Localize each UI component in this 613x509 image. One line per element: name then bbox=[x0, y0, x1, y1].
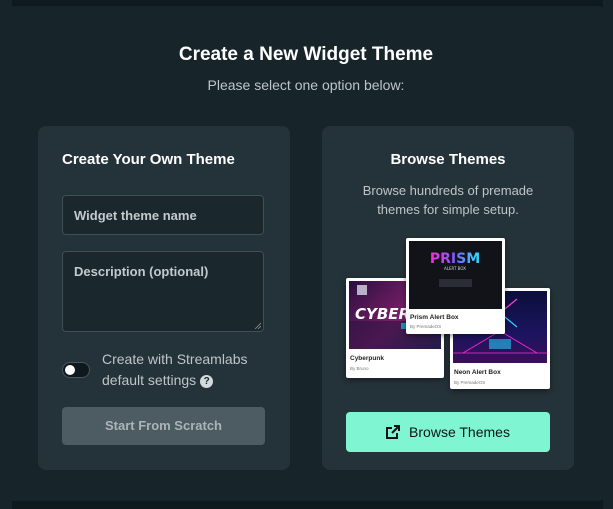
prism-art: PRISM ALERT BOX bbox=[430, 251, 480, 287]
new-widget-theme-modal: Create a New Widget Theme Please select … bbox=[6, 6, 606, 501]
browse-themes-description: Browse hundreds of premade themes for si… bbox=[362, 183, 534, 217]
theme-name: Cyberpunk bbox=[350, 355, 384, 362]
toggle-knob bbox=[65, 365, 75, 375]
description-placeholder: Description (optional) bbox=[74, 264, 209, 279]
theme-name: Neon Alert Box bbox=[454, 369, 501, 376]
widget-theme-name-input[interactable]: Widget theme name bbox=[62, 195, 264, 235]
theme-author: By Bruno bbox=[350, 366, 369, 371]
create-own-theme-heading: Create Your Own Theme bbox=[62, 151, 235, 168]
theme-author: By PremadeOS bbox=[454, 380, 486, 385]
description-textarea[interactable]: Description (optional) bbox=[62, 251, 264, 332]
default-settings-label: Create with Streamlabs default settings? bbox=[102, 349, 272, 391]
prism-preview-image: PRISM ALERT BOX bbox=[409, 241, 502, 309]
resize-grip-icon[interactable] bbox=[254, 322, 261, 329]
modal-subtitle: Please select one option below: bbox=[207, 77, 405, 93]
prism-preview-subtitle: ALERT BOX bbox=[444, 266, 466, 271]
theme-name: Prism Alert Box bbox=[410, 314, 459, 321]
default-settings-label-text: Create with Streamlabs default settings bbox=[102, 351, 248, 388]
theme-thumbnail-prism-alert-box[interactable]: PRISM ALERT BOX Prism Alert Box By Prema… bbox=[406, 238, 505, 334]
widget-theme-name-placeholder: Widget theme name bbox=[74, 208, 197, 223]
modal-title: Create a New Widget Theme bbox=[178, 44, 434, 65]
browse-themes-heading: Browse Themes bbox=[390, 151, 506, 168]
default-settings-toggle[interactable] bbox=[62, 362, 90, 378]
start-from-scratch-button[interactable]: Start From Scratch bbox=[62, 407, 265, 445]
external-link-icon bbox=[386, 425, 401, 439]
question-mark-icon[interactable]: ? bbox=[200, 375, 214, 388]
browse-themes-button[interactable]: Browse Themes bbox=[346, 412, 550, 452]
create-own-theme-card: Create Your Own Theme Widget theme name … bbox=[38, 126, 290, 470]
browse-themes-button-label: Browse Themes bbox=[409, 424, 510, 440]
prism-preview-title: PRISM bbox=[430, 251, 480, 267]
browse-themes-card: Browse Themes Browse hundreds of premade… bbox=[322, 126, 574, 470]
theme-author: By PremadeOS bbox=[410, 324, 442, 329]
